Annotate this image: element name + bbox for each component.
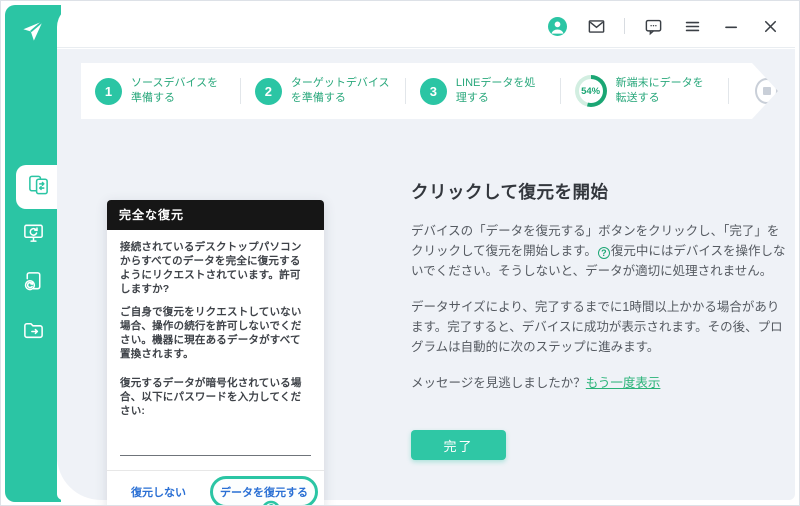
step-progress-percent: 54% [579,79,603,103]
computer-sync-icon [22,221,45,249]
step-1: 1 ソースデバイスを準備する [95,76,226,105]
app-window: 1 ソースデバイスを準備する 2 ターゲットデバイスを準備する 3 LINEデー… [0,0,800,506]
dialog-paragraph-3: 復元するデータが暗号化されている場合、以下にパスワードを入力してください: [120,376,311,418]
minimize-icon[interactable] [720,15,742,37]
device-restore-dialog: 完全な復元 接続されているデスクトップパソコンからすべてのデータを完全に復元する… [107,200,324,506]
sidebar-item-export[interactable] [5,310,61,356]
missed-message-row: メッセージを見逃しましたか？もう一度表示 [411,373,787,393]
step-2-number: 2 [255,78,282,105]
sidebar-nav [5,165,61,359]
stop-icon[interactable] [755,78,778,104]
step-divider [240,78,241,104]
export-icon [22,319,45,347]
pointing-hand-icon [255,500,293,506]
info-icon: ? [598,247,610,259]
step-2: 2 ターゲットデバイスを準備する [255,76,391,105]
menu-icon[interactable] [681,15,703,37]
step-progress-bar: 1 ソースデバイスを準備する 2 ターゲットデバイスを準備する 3 LINEデー… [81,63,778,119]
sidebar-item-computer-sync[interactable] [5,212,61,258]
step-3-label: LINEデータを処理する [456,76,546,105]
step-1-number: 1 [95,78,122,105]
page-title: クリックして復元を開始 [411,179,787,204]
step-3-number: 3 [420,78,447,105]
instruction-paragraph-1: デバイスの「データを復元する」ボタンをクリックし、「完了」をクリックして復元を開… [411,221,787,281]
dialog-paragraph-2: ご自身で復元をリクエストしていない場合、操作の続行を許可しないでください。機器に… [120,305,311,361]
step-progress-ring: 54% [575,75,607,107]
step-divider [560,78,561,104]
step-divider [405,78,406,104]
mail-icon[interactable] [585,15,607,37]
sidebar [5,5,61,502]
step-3: 3 LINEデータを処理する [420,76,546,105]
instruction-paragraph-2: データサイズにより、完了するまでに1時間以上かかる場合があります。完了すると、デ… [411,297,787,357]
dialog-title: 完全な復元 [107,200,324,230]
show-again-link[interactable]: もう一度表示 [586,376,661,390]
chat-icon[interactable] [642,15,664,37]
dont-restore-button[interactable]: 復元しない [107,484,210,500]
backup-restore-icon [22,270,45,298]
instructions-panel: クリックして復元を開始 デバイスの「データを復元する」ボタンをクリックし、「完了… [411,179,787,460]
done-button[interactable]: 完了 [411,430,506,460]
dialog-paragraph-1: 接続されているデスクトップパソコンからすべてのデータを完全に復元するようにリクエ… [120,240,311,296]
step-1-label: ソースデバイスを準備する [131,76,226,105]
close-icon[interactable] [759,15,781,37]
step-4-label: 新端末にデータを転送する [616,76,715,105]
step-2-label: ターゲットデバイスを準備する [291,76,391,105]
step-4: 54% 新端末にデータを転送する [575,75,715,107]
main-area: 1 ソースデバイスを準備する 2 ターゲットデバイスを準備する 3 LINEデー… [57,49,795,500]
content-card: 1 ソースデバイスを準備する 2 ターゲットデバイスを準備する 3 LINEデー… [57,5,795,500]
step-divider [728,78,729,104]
topbar-divider [624,18,625,34]
dialog-body: 接続されているデスクトップパソコンからすべてのデータを完全に復元するようにリクエ… [107,230,324,456]
sidebar-item-device-transfer[interactable] [16,165,61,209]
device-transfer-icon [27,173,50,201]
account-icon[interactable] [546,15,568,37]
topbar [57,5,795,48]
sidebar-item-backup-restore[interactable] [5,261,61,307]
app-logo-icon [19,17,47,45]
password-input[interactable] [120,438,311,456]
